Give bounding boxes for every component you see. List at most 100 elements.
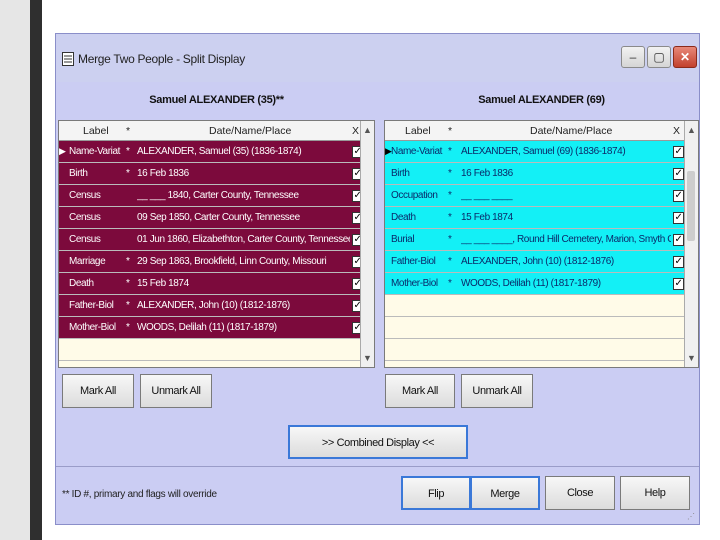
include-checkbox[interactable]: ✓ <box>673 256 684 268</box>
table-row[interactable]: Occupation * __ ___ ____ ✓ <box>385 185 698 207</box>
title-bar[interactable]: Merge Two People - Split Display ‒ ▢ ✕ <box>56 34 699 82</box>
row-star: * <box>126 146 130 157</box>
table-row[interactable]: Death * 15 Feb 1874 ✓ <box>59 273 374 295</box>
row-label: Father-Biol <box>69 300 114 311</box>
table-row[interactable]: Mother-Biol * WOODS, Delilah (11) (1817-18… <box>385 273 698 295</box>
right-person-name: Samuel ALEXANDER (69) <box>478 94 605 106</box>
right-mark-all-button[interactable]: Mark All <box>385 374 455 408</box>
row-dnp: 16 Feb 1836 <box>461 168 513 179</box>
row-star: * <box>126 322 130 333</box>
window-app-icon <box>62 52 74 66</box>
row-label: Name-Variat <box>391 146 442 157</box>
table-row[interactable]: Census __ ___ 1840, Carter County, Tennes… <box>59 185 374 207</box>
include-checkbox[interactable]: ✓ <box>673 146 684 158</box>
minimize-button[interactable]: ‒ <box>621 46 645 68</box>
row-star: * <box>126 278 130 289</box>
merge-window: Merge Two People - Split Display ‒ ▢ ✕ S… <box>55 33 700 525</box>
right-scrollbar[interactable]: ▲ ▼ <box>684 121 698 367</box>
table-row[interactable]: ▶ Name-Variat * ALEXANDER, Samuel (69) (183… <box>385 141 698 163</box>
table-row[interactable]: ▶ Name-Variat * ALEXANDER, Samuel (35) (183… <box>59 141 374 163</box>
row-dnp: 09 Sep 1850, Carter County, Tennessee <box>137 212 300 223</box>
resize-grip-icon[interactable]: ⋰ <box>687 512 697 522</box>
star-column-header[interactable]: * <box>126 125 130 137</box>
right-unmark-all-button[interactable]: Unmark All <box>461 374 533 408</box>
row-star: * <box>448 146 452 157</box>
left-scrollbar[interactable]: ▲ ▼ <box>360 121 374 367</box>
table-row[interactable]: Birth * 16 Feb 1836 ✓ <box>385 163 698 185</box>
label-column-header[interactable]: Label <box>405 125 431 137</box>
row-star: * <box>448 234 452 245</box>
table-row[interactable]: Death * 15 Feb 1874 ✓ <box>385 207 698 229</box>
table-row[interactable] <box>385 317 698 339</box>
table-row[interactable]: Birth * 16 Feb 1836 ✓ <box>59 163 374 185</box>
maximize-icon: ▢ <box>653 50 665 64</box>
row-star: * <box>448 278 452 289</box>
table-row[interactable] <box>385 339 698 361</box>
row-label: Death <box>69 278 94 289</box>
current-row-arrow-icon: ▶ <box>59 146 66 156</box>
scroll-thumb[interactable] <box>687 171 695 241</box>
left-person-name: Samuel ALEXANDER (35)** <box>149 94 284 106</box>
row-label: Mother-Biol <box>69 322 116 333</box>
table-row[interactable]: Father-Biol * ALEXANDER, John (10) (1812-1… <box>59 295 374 317</box>
scroll-down-icon[interactable]: ▼ <box>363 353 372 363</box>
table-row[interactable]: Father-Biol * ALEXANDER, John (10) (1812-1… <box>385 251 698 273</box>
row-label: Burial <box>391 234 415 245</box>
maximize-button[interactable]: ▢ <box>647 46 671 68</box>
table-row[interactable]: Burial * __ ___ ____, Round Hill Cemetery,… <box>385 229 698 251</box>
dnp-column-header[interactable]: Date/Name/Place <box>530 125 612 137</box>
table-row[interactable]: Mother-Biol * WOODS, Delilah (11) (1817-18… <box>59 317 374 339</box>
close-icon: ✕ <box>679 50 691 64</box>
row-label: Occupation <box>391 190 438 201</box>
left-mark-all-button[interactable]: Mark All <box>62 374 134 408</box>
x-column-header[interactable]: X <box>673 125 680 137</box>
row-label: Father-Biol <box>391 256 436 267</box>
close-window-button[interactable]: ✕ <box>673 46 697 68</box>
scroll-up-icon[interactable]: ▲ <box>687 125 696 135</box>
scroll-up-icon[interactable]: ▲ <box>363 125 372 135</box>
row-dnp: ALEXANDER, Samuel (35) (1836-1874) <box>137 146 302 157</box>
window-title: Merge Two People - Split Display <box>78 52 245 66</box>
row-dnp: __ ___ 1840, Carter County, Tennessee <box>137 190 299 201</box>
row-dnp: WOODS, Delilah (11) (1817-1879) <box>137 322 277 333</box>
left-events-grid[interactable]: Label * Date/Name/Place X ▶ Name-Variat * A… <box>58 120 375 368</box>
row-dnp: ALEXANDER, Samuel (69) (1836-1874) <box>461 146 626 157</box>
row-dnp: 15 Feb 1874 <box>461 212 513 223</box>
slide-left-bar <box>30 0 42 540</box>
include-checkbox[interactable]: ✓ <box>673 190 684 202</box>
scroll-down-icon[interactable]: ▼ <box>687 353 696 363</box>
star-column-header[interactable]: * <box>448 125 452 137</box>
left-unmark-all-button[interactable]: Unmark All <box>140 374 212 408</box>
row-dnp: ALEXANDER, John (10) (1812-1876) <box>461 256 614 267</box>
table-row[interactable] <box>385 295 698 317</box>
close-button[interactable]: Close <box>545 476 615 510</box>
row-label: Census <box>69 190 101 201</box>
include-checkbox[interactable]: ✓ <box>673 212 684 224</box>
help-button[interactable]: Help <box>620 476 690 510</box>
flip-button[interactable]: Flip <box>401 476 471 510</box>
row-star: * <box>448 190 452 201</box>
row-star: * <box>126 300 130 311</box>
combined-display-button[interactable]: >> Combined Display << <box>288 425 468 459</box>
dnp-column-header[interactable]: Date/Name/Place <box>209 125 291 137</box>
row-star: * <box>448 256 452 267</box>
table-row[interactable] <box>59 339 374 361</box>
right-events-grid[interactable]: Label * Date/Name/Place X ▶ Name-Variat * A… <box>384 120 699 368</box>
table-row[interactable]: Marriage * 29 Sep 1863, Brookfield, Linn C… <box>59 251 374 273</box>
row-dnp: __ ___ ____ <box>461 190 513 201</box>
include-checkbox[interactable]: ✓ <box>673 234 684 246</box>
row-label: Birth <box>69 168 88 179</box>
include-checkbox[interactable]: ✓ <box>673 168 684 180</box>
merge-button[interactable]: Merge <box>470 476 540 510</box>
row-label: Name-Variat <box>69 146 120 157</box>
table-row[interactable]: Census 01 Jun 1860, Elizabethton, Carter … <box>59 229 374 251</box>
include-checkbox[interactable]: ✓ <box>673 278 684 290</box>
row-star: * <box>448 168 452 179</box>
right-grid-header: Label * Date/Name/Place X <box>385 121 698 141</box>
table-row[interactable]: Census 09 Sep 1850, Carter County, Tennes… <box>59 207 374 229</box>
row-star: * <box>448 212 452 223</box>
label-column-header[interactable]: Label <box>83 125 109 137</box>
row-dnp: WOODS, Delilah (11) (1817-1879) <box>461 278 601 289</box>
x-column-header[interactable]: X <box>352 125 359 137</box>
row-star: * <box>126 168 130 179</box>
